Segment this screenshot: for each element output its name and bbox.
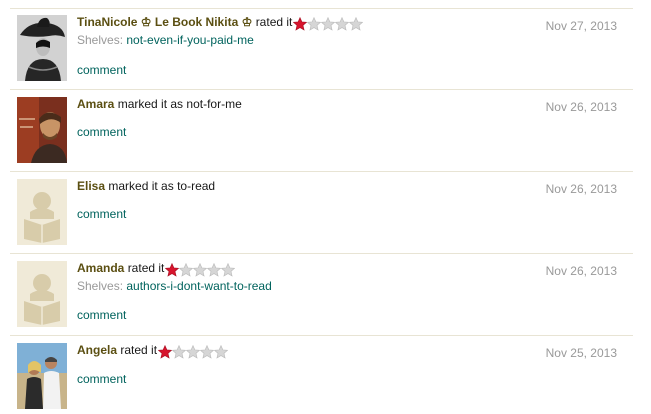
star-empty-icon — [349, 17, 364, 31]
star-empty-icon — [193, 263, 208, 277]
star-empty-icon — [179, 263, 194, 277]
default-reader-icon — [17, 179, 67, 245]
feed-item: TinaNicole ♔ Le Book Nikita ♔ rated it S… — [10, 9, 633, 90]
shelf-link[interactable]: not-even-if-you-paid-me — [126, 33, 253, 47]
activity-date: Nov 27, 2013 — [545, 19, 617, 33]
star-empty-icon — [307, 17, 322, 31]
avatar[interactable] — [17, 15, 67, 81]
user-name-link[interactable]: Amara — [77, 97, 118, 111]
comment-link[interactable]: comment — [77, 125, 126, 139]
action-text: rated it — [120, 343, 158, 357]
avatar[interactable] — [17, 97, 67, 163]
user-name: Angela — [77, 343, 118, 357]
activity-date: Nov 26, 2013 — [545, 264, 617, 278]
user-name-link[interactable]: Elisa — [77, 179, 108, 193]
star-empty-icon — [207, 263, 222, 277]
star-rating — [158, 345, 229, 360]
star-empty-icon — [186, 345, 201, 359]
shelves-label: Shelves: — [77, 279, 124, 293]
user-name: TinaNicole ♔ Le Book Nikita ♔ — [77, 15, 253, 29]
star-empty-icon — [172, 345, 187, 359]
user-name-link[interactable]: Amanda — [77, 261, 128, 275]
star-rating — [165, 263, 236, 278]
feed-item: Amanda rated it Shelves: authors-i-dont-… — [10, 254, 633, 336]
avatar[interactable] — [17, 261, 67, 327]
comment-link[interactable]: comment — [77, 372, 126, 386]
user-name: Amanda — [77, 261, 125, 275]
star-filled-icon — [158, 345, 173, 359]
comment-link[interactable]: comment — [77, 207, 126, 221]
shelves-label: Shelves: — [77, 33, 124, 47]
user-name-link[interactable]: Angela — [77, 343, 120, 357]
feed-item: Amara marked it as not-for-me comment No… — [10, 90, 633, 172]
activity-date: Nov 26, 2013 — [545, 182, 617, 196]
star-empty-icon — [221, 263, 236, 277]
avatar[interactable] — [17, 343, 67, 409]
action-text: marked it as not-for-me — [117, 97, 242, 111]
star-empty-icon — [335, 17, 350, 31]
shelves-line: Shelves: not-even-if-you-paid-me — [77, 33, 517, 48]
feed-item: Elisa marked it as to-read comment Nov 2… — [10, 172, 633, 254]
user-name: Elisa — [77, 179, 106, 193]
shelves-line: Shelves: authors-i-dont-want-to-read — [77, 279, 517, 294]
default-reader-icon — [17, 261, 67, 327]
user-name-link[interactable]: TinaNicole ♔ Le Book Nikita ♔ — [77, 15, 256, 29]
avatar[interactable] — [17, 179, 67, 245]
action-text: rated it — [127, 261, 165, 275]
shelf-link[interactable]: authors-i-dont-want-to-read — [126, 279, 271, 293]
star-rating — [293, 17, 364, 32]
action-text: rated it — [255, 15, 293, 29]
star-empty-icon — [200, 345, 215, 359]
star-filled-icon — [293, 17, 308, 31]
action-text: marked it as to-read — [108, 179, 216, 193]
star-empty-icon — [321, 17, 336, 31]
star-filled-icon — [165, 263, 180, 277]
comment-link[interactable]: comment — [77, 308, 126, 322]
user-name: Amara — [77, 97, 115, 111]
activity-date: Nov 26, 2013 — [545, 100, 617, 114]
feed-item: Angela rated it comment Nov 25, 2013 — [10, 336, 633, 414]
comment-link[interactable]: comment — [77, 63, 126, 77]
star-empty-icon — [214, 345, 229, 359]
activity-date: Nov 25, 2013 — [545, 346, 617, 360]
